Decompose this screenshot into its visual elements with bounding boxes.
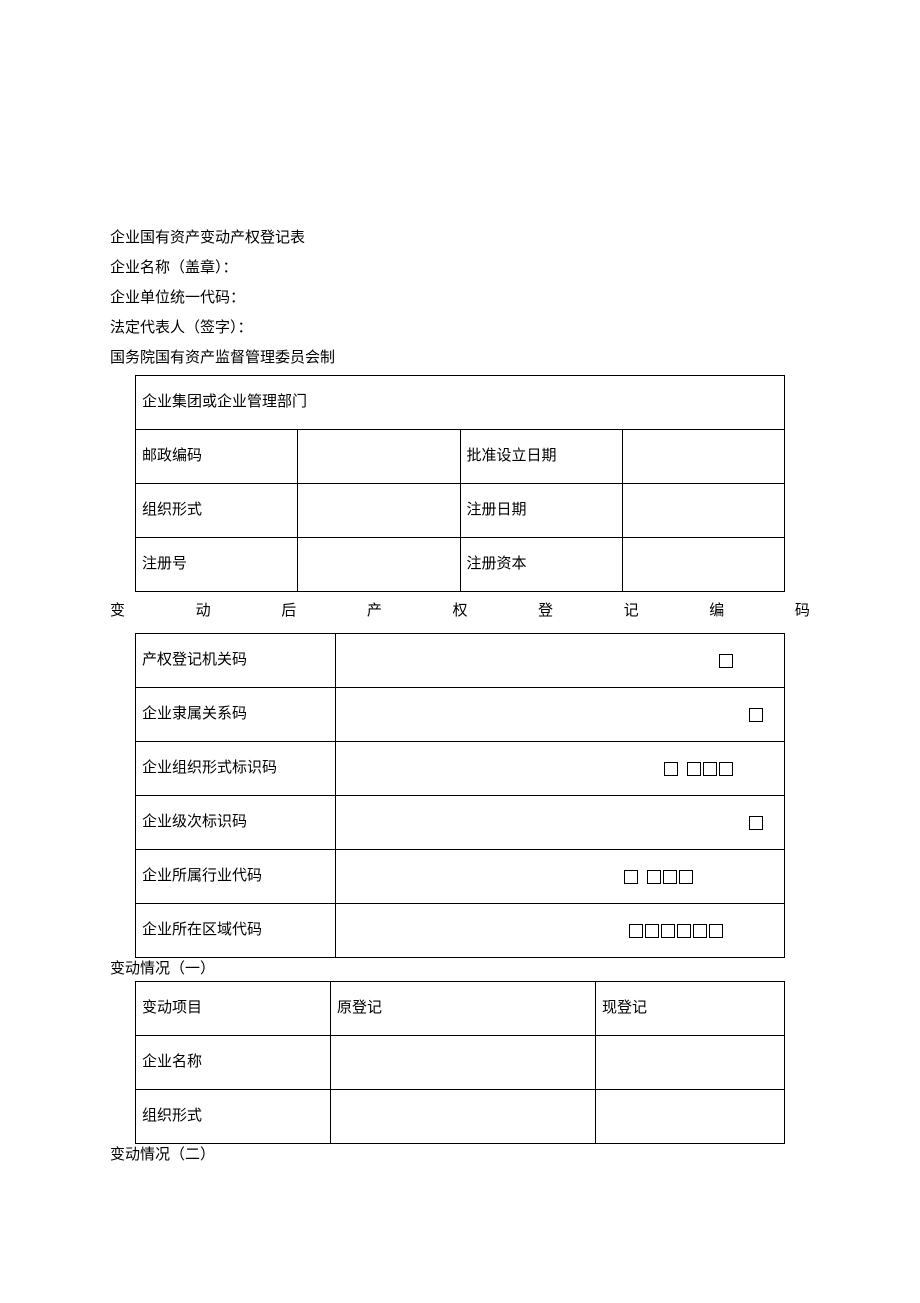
spread-char: 权	[452, 598, 467, 625]
postal-code-value[interactable]	[298, 430, 460, 484]
checkbox-icon	[624, 870, 638, 884]
org-form-code-value[interactable]	[336, 742, 785, 796]
basic-info-table: 企业集团或企业管理部门 邮政编码 批准设立日期 组织形式 注册日期 注册号 注册…	[135, 375, 785, 592]
level-code-value[interactable]	[336, 796, 785, 850]
enterprise-name-current[interactable]	[596, 1036, 785, 1090]
checkbox-icon	[749, 708, 763, 722]
reg-authority-code-label: 产权登记机关码	[136, 634, 336, 688]
doc-title: 企业国有资产变动产权登记表	[110, 225, 810, 252]
change-table-1: 变动项目 原登记 现登记 企业名称 组织形式	[135, 981, 785, 1144]
checkbox-icon	[679, 870, 693, 884]
org-form-value[interactable]	[298, 484, 460, 538]
issuer-label: 国务院国有资产监督管理委员会制	[110, 345, 810, 372]
spread-char: 码	[795, 598, 810, 625]
reg-date-value[interactable]	[622, 484, 784, 538]
reg-capital-value[interactable]	[622, 538, 784, 592]
spread-char: 后	[281, 598, 296, 625]
enterprise-name-original[interactable]	[331, 1036, 596, 1090]
region-code-label: 企业所在区域代码	[136, 904, 336, 958]
checkbox-icon	[661, 924, 675, 938]
org-form-code-label: 企业组织形式标识码	[136, 742, 336, 796]
reg-capital-label: 注册资本	[460, 538, 622, 592]
checkbox-icon	[703, 762, 717, 776]
spread-char: 变	[110, 598, 125, 625]
spread-char: 登	[538, 598, 553, 625]
reg-date-label: 注册日期	[460, 484, 622, 538]
level-code-label: 企业级次标识码	[136, 796, 336, 850]
reg-authority-code-value[interactable]	[336, 634, 785, 688]
change-section-2-label: 变动情况（二）	[110, 1142, 810, 1169]
checkbox-icon	[677, 924, 691, 938]
subordination-code-label: 企业隶属关系码	[136, 688, 336, 742]
industry-code-value[interactable]	[336, 850, 785, 904]
reg-number-label: 注册号	[136, 538, 298, 592]
org-form-label: 组织形式	[136, 484, 298, 538]
checkbox-icon	[719, 654, 733, 668]
postal-code-label: 邮政编码	[136, 430, 298, 484]
original-reg-header: 原登记	[331, 982, 596, 1036]
group-dept-cell: 企业集团或企业管理部门	[136, 376, 785, 430]
spread-char: 记	[624, 598, 639, 625]
legal-rep-label: 法定代表人（签字）：	[110, 315, 810, 342]
enterprise-name-label: 企业名称（盖章）：	[110, 255, 810, 282]
industry-code-label: 企业所属行业代码	[136, 850, 336, 904]
enterprise-name-row: 企业名称	[136, 1036, 331, 1090]
approval-date-value[interactable]	[622, 430, 784, 484]
region-code-value[interactable]	[336, 904, 785, 958]
org-form-row: 组织形式	[136, 1090, 331, 1144]
current-reg-header: 现登记	[596, 982, 785, 1036]
checkbox-icon	[647, 870, 661, 884]
checkbox-icon	[719, 762, 733, 776]
spread-char: 产	[367, 598, 382, 625]
checkbox-icon	[664, 762, 678, 776]
checkbox-icon	[709, 924, 723, 938]
checkbox-icon	[663, 870, 677, 884]
change-item-header: 变动项目	[136, 982, 331, 1036]
spread-char: 编	[709, 598, 724, 625]
org-form-original[interactable]	[331, 1090, 596, 1144]
post-change-code-title: 变 动 后 产 权 登 记 编 码	[110, 590, 810, 633]
checkbox-icon	[693, 924, 707, 938]
org-form-current[interactable]	[596, 1090, 785, 1144]
subordination-code-value[interactable]	[336, 688, 785, 742]
code-table: 产权登记机关码 企业隶属关系码 企业组织形式标识码 企业级次标识码 企业所属行业…	[135, 633, 785, 958]
checkbox-icon	[749, 816, 763, 830]
spread-char: 动	[196, 598, 211, 625]
checkbox-icon	[687, 762, 701, 776]
checkbox-icon	[645, 924, 659, 938]
enterprise-code-label: 企业单位统一代码：	[110, 285, 810, 312]
checkbox-icon	[629, 924, 643, 938]
approval-date-label: 批准设立日期	[460, 430, 622, 484]
change-section-1-label: 变动情况（一）	[110, 956, 810, 983]
reg-number-value[interactable]	[298, 538, 460, 592]
